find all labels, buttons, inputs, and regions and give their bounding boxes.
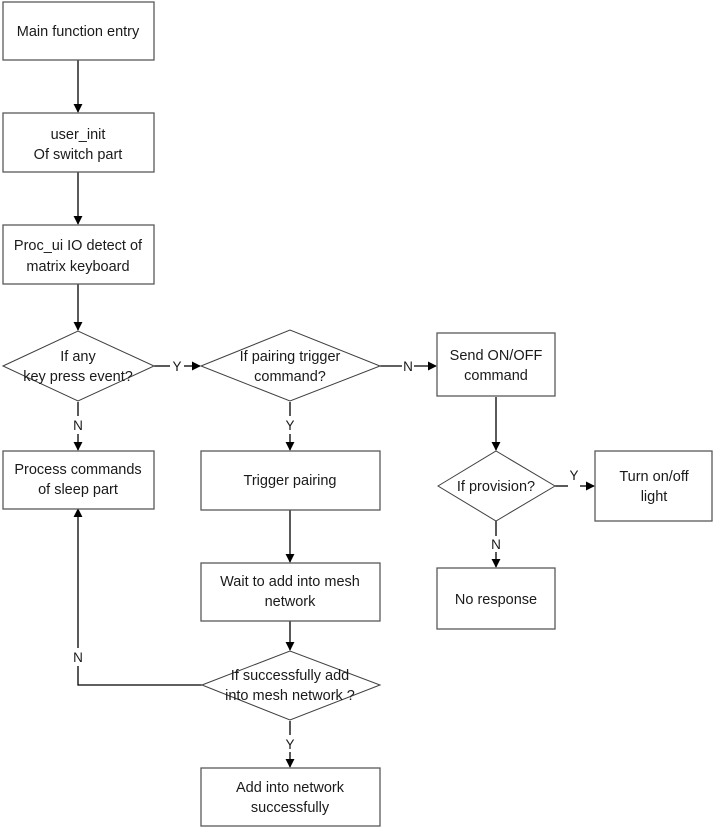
node-text: into mesh network ? [225,688,355,704]
svg-text:Of switch part: Of switch part [34,147,123,163]
node-text: successfully [251,800,330,816]
connectors [73,60,595,768]
svg-text:Send ON/OFF: Send ON/OFF [450,348,543,364]
node-text: Of switch part [34,147,123,163]
svg-text:light: light [641,489,668,505]
node-text: Proc_ui IO detect of [14,238,143,254]
node-text: Add into network [236,780,345,796]
svg-text:successfully: successfully [251,800,330,816]
node-send-onoff: Send ON/OFF command [436,332,556,397]
svg-text:matrix keyboard: matrix keyboard [26,259,129,275]
svg-text:command?: command? [254,369,326,385]
node-text: If pairing trigger [240,349,341,365]
node-text: of sleep part [38,482,118,498]
node-trigger-pairing: Trigger pairing [200,450,381,511]
svg-text:If pairing trigger: If pairing trigger [240,349,341,365]
edge-label-pairing-no: N [403,359,413,374]
node-sleep-commands: Process commands of sleep part [2,450,155,510]
node-provision-decision: If provision? [437,450,556,522]
svg-text:If successfully add: If successfully add [231,668,349,684]
node-text: command [464,368,528,384]
svg-text:user_init: user_init [51,127,106,143]
node-turn-light: Turn on/off light [594,450,713,522]
edge-label-keypress-no: N [73,418,83,433]
node-no-response: No response [436,567,556,630]
node-user-init: user_init Of switch part [2,112,155,173]
node-text: matrix keyboard [26,259,129,275]
svg-text:Add into network: Add into network [236,780,345,796]
edge-label-check-no: N [73,650,83,665]
node-text: Wait to add into mesh [220,574,360,590]
svg-text:key press event?: key press event? [23,369,133,385]
node-text: network [265,594,317,610]
svg-text:If provision?: If provision? [457,479,535,495]
edge-label-pairing-yes: Y [285,418,294,433]
node-wait-mesh: Wait to add into mesh network [200,562,381,622]
svg-text:network: network [265,594,317,610]
edge-label-provision-yes: Y [569,468,578,483]
node-text: Process commands [14,462,141,478]
svg-text:command: command [464,368,528,384]
edge-label-keypress-yes: Y [172,359,181,374]
node-proc-ui: Proc_ui IO detect of matrix keyboard [2,224,155,285]
flowchart: Main function entry user_init Of switch … [1,1,713,827]
node-added-check-decision: If successfully add into mesh network ? [200,650,382,721]
node-key-press-decision: If any key press event? [1,330,156,402]
edge-check-to-sleep-a [77,666,202,686]
node-added-ok: Add into network successfully [200,767,381,827]
svg-text:Main function entry: Main function entry [17,24,140,40]
node-text: Turn on/off [619,469,689,485]
edge-label-check-yes: Y [285,737,294,752]
node-text: If successfully add [231,668,349,684]
node-text: Main function entry [17,24,140,40]
node-text: user_init [51,127,106,143]
node-text: Send ON/OFF [450,348,543,364]
svg-text:Wait to add into mesh: Wait to add into mesh [220,574,360,590]
svg-text:Proc_ui IO detect of: Proc_ui IO detect of [14,238,143,254]
node-main-entry: Main function entry [2,1,155,61]
node-text: If provision? [457,479,535,495]
svg-text:of sleep part: of sleep part [38,482,118,498]
svg-text:If any: If any [60,349,96,365]
svg-text:Turn on/off: Turn on/off [619,469,689,485]
node-pairing-trigger-decision: If pairing trigger command? [199,329,382,402]
node-text: light [641,489,668,505]
svg-text:Trigger pairing: Trigger pairing [244,473,337,489]
edge-label-provision-no: N [491,537,501,552]
svg-text:Process commands: Process commands [14,462,141,478]
node-text: key press event? [23,369,133,385]
node-text: command? [254,369,326,385]
svg-text:into mesh network ?: into mesh network ? [225,688,355,704]
node-text: If any [60,349,96,365]
node-text: No response [455,592,537,608]
node-text: Trigger pairing [244,473,337,489]
svg-text:No response: No response [455,592,537,608]
